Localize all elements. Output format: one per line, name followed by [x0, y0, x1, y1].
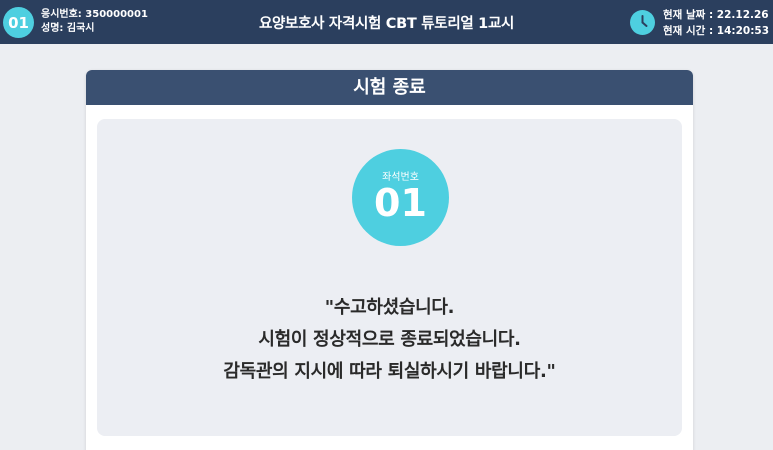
- clock-icon: [630, 10, 655, 35]
- top-bar: 01 응시번호: 350000001 성명: 김국시 요양보호사 자격시험 CB…: [0, 0, 773, 44]
- current-time: 현재 시간 : 14:20:53: [663, 25, 770, 37]
- message-line: "수고하셨습니다.: [324, 297, 455, 318]
- message-line: 시험이 정상적으로 종료되었습니다.: [258, 329, 521, 350]
- seat-number: 01: [374, 181, 427, 225]
- seat-number-circle: 좌석번호 01: [352, 149, 449, 246]
- end-message: "수고하셨습니다. 시험이 정상적으로 종료되었습니다. 감독관의 지시에 따라…: [97, 292, 682, 388]
- message-line: 감독관의 지시에 따라 퇴실하시기 바랍니다.": [223, 361, 556, 382]
- panel-title: 시험 종료: [86, 70, 693, 105]
- exam-title: 요양보호사 자격시험 CBT 튜토리얼 1교시: [258, 16, 515, 32]
- exam-end-panel: 시험 종료 좌석번호 01 "수고하셨습니다. 시험이 정상적으로 종료되었습니…: [86, 70, 693, 450]
- panel-content: 좌석번호 01 "수고하셨습니다. 시험이 정상적으로 종료되었습니다. 감독관…: [97, 119, 682, 436]
- current-date: 현재 날짜 : 22.12.26: [663, 9, 769, 21]
- datetime-display: 현재 날짜 : 22.12.26 현재 시간 : 14:20:53: [663, 7, 769, 39]
